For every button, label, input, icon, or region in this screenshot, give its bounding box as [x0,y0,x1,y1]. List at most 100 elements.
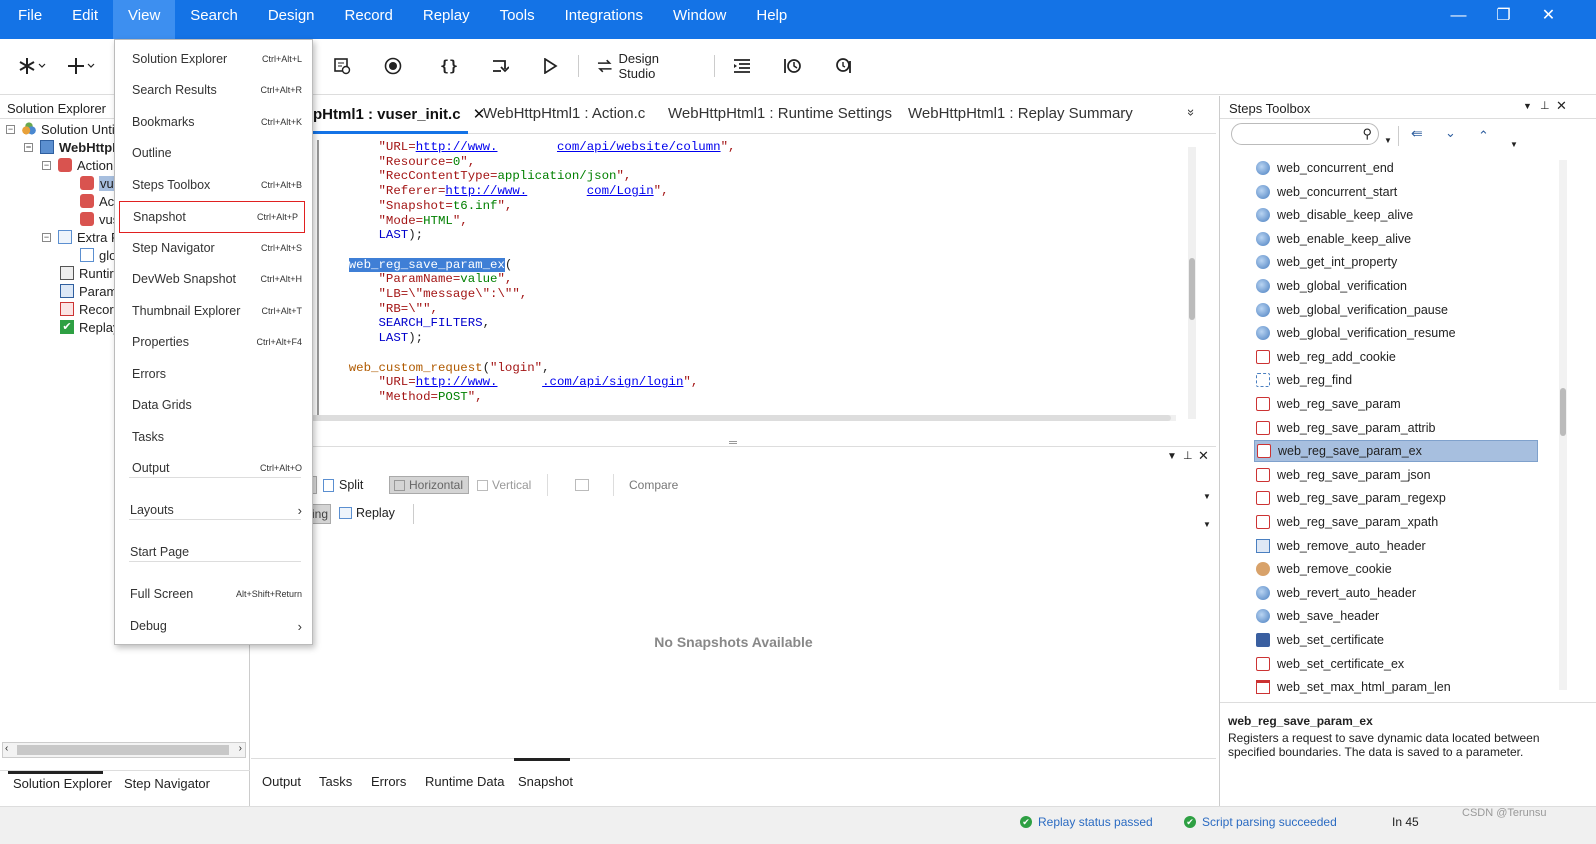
collapse-icon[interactable]: − [42,232,51,242]
record-button[interactable] [381,51,405,81]
analyze-icon[interactable] [832,51,856,81]
step-item-web-disable-keep-alive[interactable]: web_disable_keep_alive [1254,204,1538,226]
menu-replay[interactable]: Replay [408,0,485,39]
collapse-icon[interactable]: − [24,142,33,152]
dropdown-icon[interactable]: ▼ [1203,520,1211,529]
menu-integrations[interactable]: Integrations [550,0,658,39]
tree-node-actions[interactable]: − Action. [42,156,117,174]
split-button[interactable]: Split [323,478,363,492]
dropdown-icon[interactable]: ▼ [1203,492,1211,501]
step-item-web-get-int-property[interactable]: web_get_int_property [1254,251,1538,273]
pin-icon[interactable]: ⊥ [1183,449,1193,462]
tree-node-runtime-settings[interactable]: Runtir [60,264,114,282]
tree-node-replay-summary[interactable]: ✔ Replay [60,318,119,336]
splitter-handle[interactable] [729,441,737,444]
menu-item-debug[interactable]: Debug › [115,613,312,639]
menu-file[interactable]: File [0,0,57,39]
step-item-web-set-certificate[interactable]: web_set_certificate [1254,629,1538,651]
horizontal-button[interactable]: Horizontal [389,476,469,494]
steps-search-box[interactable]: ⚲ [1231,123,1379,145]
design-studio-button[interactable]: Design Studio [597,51,697,81]
menu-item-devweb-snapshot[interactable]: DevWeb Snapshot Ctrl+Alt+H [115,266,312,292]
sync-icon[interactable] [575,479,589,491]
menu-help[interactable]: Help [741,0,802,39]
step-item-web-global-verification-resume[interactable]: web_global_verification_resume [1254,322,1538,344]
runtime-history-icon[interactable] [781,51,805,81]
pin-icon[interactable]: ⊥ [1540,99,1550,112]
menu-item-errors[interactable]: Errors [115,361,312,387]
tab-snapshot[interactable]: Snapshot [518,774,573,789]
steps-scrollbar[interactable] [1559,160,1567,690]
tab-output[interactable]: Output [262,774,301,789]
menu-item-outline[interactable]: Outline [115,140,312,166]
expand-all-icon[interactable]: ⌄ [1445,125,1456,141]
tab-vuser-init[interactable]: pHtml1 : vuser_init.c ✕ [313,105,485,123]
menu-item-solution-explorer[interactable]: Solution Explorer Ctrl+Alt+L [115,46,312,72]
recording-options-icon[interactable] [330,51,354,81]
search-options-icon[interactable]: ▼ [1384,136,1392,145]
horizontal-scrollbar[interactable]: ‹ › [2,742,246,758]
tree-node-parameters[interactable]: Param [60,282,117,300]
step-icon[interactable] [488,51,512,81]
menu-item-tasks[interactable]: Tasks [115,424,312,450]
panel-menu-icon[interactable]: ▼ [1523,101,1532,111]
step-item-web-remove-auto-header[interactable]: web_remove_auto_header [1254,535,1538,557]
close-window-button[interactable]: ✕ [1526,0,1571,32]
step-item-web-reg-save-param-json[interactable]: web_reg_save_param_json [1254,464,1538,486]
tab-step-navigator[interactable]: Step Navigator [124,776,210,791]
tree-node-recording-report[interactable]: Recor [60,300,114,318]
step-item-web-remove-cookie[interactable]: web_remove_cookie [1254,558,1538,580]
menu-tools[interactable]: Tools [485,0,550,39]
close-panel-icon[interactable]: ✕ [1556,98,1567,114]
code-hscrollbar[interactable] [311,415,1176,421]
compare-button[interactable]: Compare [629,478,678,492]
collapse-icon[interactable]: − [42,160,51,170]
new-solution-button[interactable] [16,51,50,81]
menu-item-step-navigator[interactable]: Step Navigator Ctrl+Alt+S [115,235,312,261]
step-item-web-global-verification[interactable]: web_global_verification [1254,275,1538,297]
step-item-web-reg-add-cookie[interactable]: web_reg_add_cookie [1254,346,1538,368]
step-item-web-reg-save-param-ex[interactable]: web_reg_save_param_ex [1254,440,1538,463]
step-item-web-concurrent-end[interactable]: web_concurrent_end [1254,157,1538,179]
add-button[interactable] [64,51,100,81]
menu-item-search-results[interactable]: Search Results Ctrl+Alt+R [115,77,312,103]
tree-node-extra-files[interactable]: − Extra F [42,228,119,246]
step-item-web-reg-find[interactable]: web_reg_find [1254,369,1538,391]
menu-window[interactable]: Window [658,0,741,39]
step-item-web-global-verification-pause[interactable]: web_global_verification_pause [1254,299,1538,321]
tab-runtime-settings[interactable]: WebHttpHtml1 : Runtime Settings [668,105,892,122]
scroll-thumb[interactable] [17,745,229,755]
step-item-web-reg-save-param-regexp[interactable]: web_reg_save_param_regexp [1254,487,1538,509]
panel-menu-icon[interactable]: ▼ [1167,451,1177,462]
step-item-web-set-certificate-ex[interactable]: web_set_certificate_ex [1254,653,1538,675]
step-item-web-set-max-html-param-len[interactable]: web_set_max_html_param_len [1254,676,1538,698]
tab-tasks[interactable]: Tasks [319,774,352,789]
menu-item-full-screen[interactable]: Full Screen Alt+Shift+Return [115,581,312,607]
replay-play-button[interactable] [538,51,562,81]
step-item-web-reg-save-param-xpath[interactable]: web_reg_save_param_xpath [1254,511,1538,533]
tree-node-script[interactable]: − WebHttpH [24,138,122,156]
vertical-button[interactable]: Vertical [477,478,531,492]
tab-errors[interactable]: Errors [371,774,406,789]
menu-item-properties[interactable]: Properties Ctrl+Alt+F4 [115,329,312,355]
collapse-icon[interactable]: − [6,124,15,134]
tab-solution-explorer[interactable]: Solution Explorer [13,776,112,791]
navigate-back-icon[interactable]: ⇚ [1411,125,1423,142]
tree-node-solution[interactable]: − Solution Untit [6,120,118,138]
tab-replay-summary[interactable]: WebHttpHtml1 : Replay Summary [908,105,1133,122]
restore-button[interactable]: ❐ [1481,0,1526,32]
menu-edit[interactable]: Edit [57,0,113,39]
tab-action[interactable]: WebHttpHtml1 : Action.c [483,105,645,122]
menu-item-thumbnail-explorer[interactable]: Thumbnail Explorer Ctrl+Alt+T [115,298,312,324]
step-item-web-revert-auto-header[interactable]: web_revert_auto_header [1254,582,1538,604]
replay-tab[interactable]: Replay [339,506,395,520]
list-indent-icon[interactable] [730,51,754,81]
menu-item-data-grids[interactable]: Data Grids [115,392,312,418]
steps-scroll-thumb[interactable] [1560,388,1566,436]
collapse-all-icon[interactable]: ⌃ [1478,128,1489,144]
step-item-web-reg-save-param-attrib[interactable]: web_reg_save_param_attrib [1254,417,1538,439]
step-item-web-enable-keep-alive[interactable]: web_enable_keep_alive [1254,228,1538,250]
step-item-web-save-header[interactable]: web_save_header [1254,605,1538,627]
code-vscroll-thumb[interactable] [1189,258,1195,320]
tab-overflow-icon[interactable]: » [1184,109,1199,116]
